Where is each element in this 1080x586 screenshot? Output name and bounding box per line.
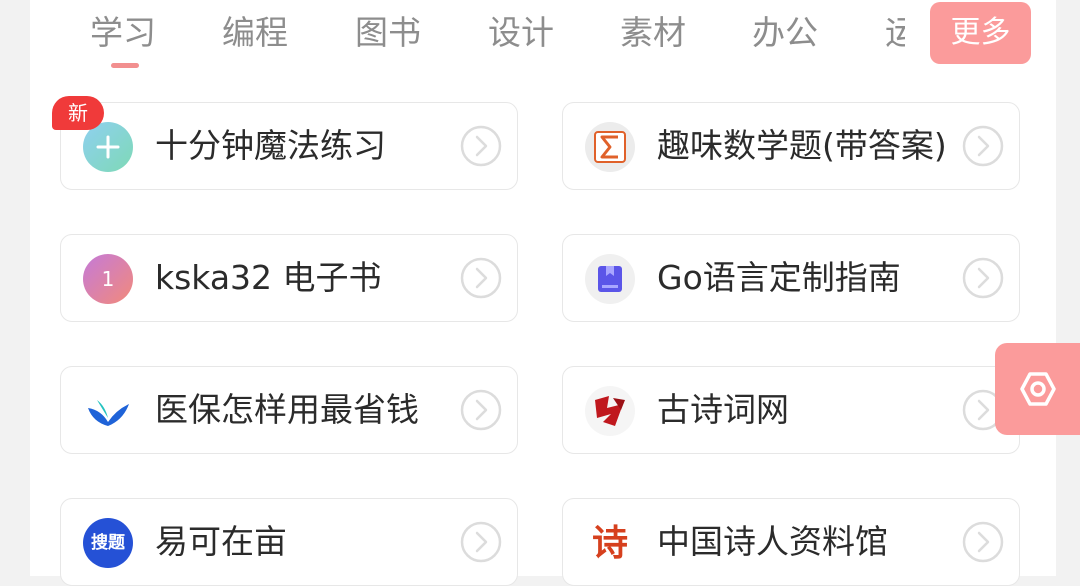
- active-tab-indicator: [111, 63, 139, 68]
- bookmark-icon: [585, 254, 635, 304]
- list-item-card[interactable]: 古诗词网: [562, 366, 1020, 454]
- chevron-right-icon: [460, 257, 502, 299]
- tab-design[interactable]: 设计: [488, 10, 554, 56]
- tab-materials[interactable]: 素材: [620, 10, 686, 56]
- icon-label: 搜题: [91, 533, 125, 553]
- tab-programming[interactable]: 编程: [222, 10, 288, 56]
- card-title: 古诗词网: [657, 390, 789, 429]
- new-badge: 新: [52, 96, 104, 130]
- list-item-card[interactable]: 十分钟魔法练习: [60, 102, 518, 190]
- list-item-card[interactable]: Go语言定制指南: [562, 234, 1020, 322]
- floating-settings-button[interactable]: [995, 343, 1080, 435]
- chevron-right-icon: [460, 125, 502, 167]
- card-title: 医保怎样用最省钱: [155, 390, 419, 429]
- sigma-icon: [585, 122, 635, 172]
- more-button[interactable]: 更多: [930, 2, 1031, 64]
- list-item-card[interactable]: 医保怎样用最省钱: [60, 366, 518, 454]
- chevron-right-icon: [962, 125, 1004, 167]
- chevron-right-icon: [962, 521, 1004, 563]
- tab-more-partial[interactable]: 运: [885, 10, 905, 56]
- card-title: Go语言定制指南: [657, 258, 901, 297]
- list-item-card[interactable]: 1 kska32 电子书: [60, 234, 518, 322]
- list-item-card[interactable]: 搜题 易可在亩: [60, 498, 518, 586]
- icon-number: 1: [101, 267, 115, 291]
- card-title: 十分钟魔法练习: [155, 126, 386, 165]
- bird-logo-icon: [83, 386, 133, 436]
- tab-study[interactable]: 学习: [90, 10, 156, 56]
- hexagon-settings-icon: [1020, 372, 1056, 406]
- card-title: kska32 电子书: [155, 258, 382, 297]
- icon-label: 诗: [591, 522, 628, 564]
- card-title: 趣味数学题(带答案): [657, 126, 947, 165]
- card-title: 中国诗人资料馆: [657, 522, 888, 561]
- search-logo-icon: 搜题: [83, 518, 133, 568]
- number-one-icon: 1: [83, 254, 133, 304]
- card-title: 易可在亩: [155, 522, 287, 561]
- list-item-card[interactable]: 趣味数学题(带答案): [562, 102, 1020, 190]
- poem-calligraphy-icon: 诗: [585, 518, 635, 568]
- chevron-right-icon: [460, 521, 502, 563]
- red-calligraphy-icon: [585, 386, 635, 436]
- tab-office[interactable]: 办公: [752, 10, 818, 56]
- tab-books[interactable]: 图书: [355, 10, 421, 56]
- chevron-right-icon: [962, 257, 1004, 299]
- list-item-card[interactable]: 诗 中国诗人资料馆: [562, 498, 1020, 586]
- category-tabs: 学习 编程 图书 设计 素材 办公 运 更多: [0, 0, 1080, 80]
- chevron-right-icon: [460, 389, 502, 431]
